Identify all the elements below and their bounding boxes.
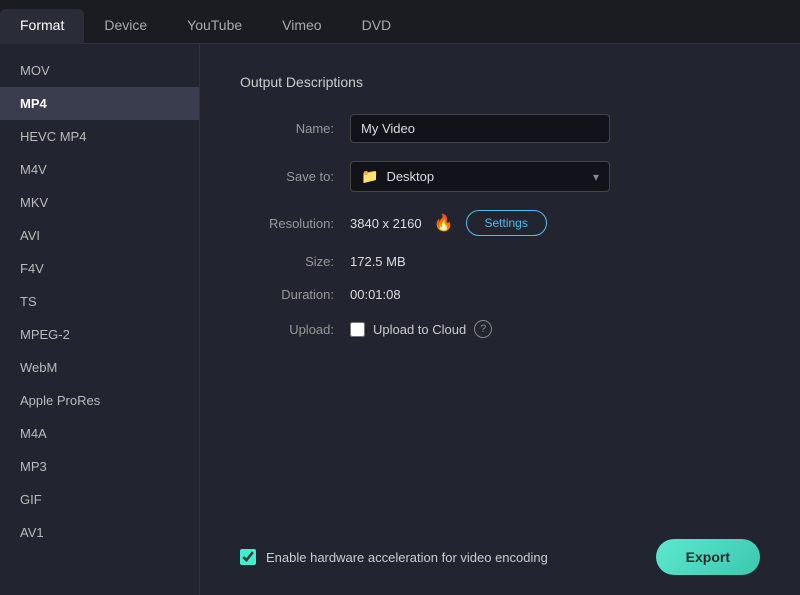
size-label: Size:	[240, 254, 350, 269]
tab-youtube[interactable]: YouTube	[167, 9, 262, 43]
sidebar-item-apple-prores[interactable]: Apple ProRes	[0, 384, 199, 417]
upload-value-container: Upload to Cloud ?	[350, 320, 760, 338]
resolution-value-container: 3840 x 2160 🔥 Settings	[350, 210, 760, 236]
resolution-label: Resolution:	[240, 216, 350, 231]
help-icon[interactable]: ?	[474, 320, 492, 338]
name-input[interactable]	[350, 114, 610, 143]
sidebar-item-mp4[interactable]: MP4	[0, 87, 199, 120]
top-nav: Format Device YouTube Vimeo DVD	[0, 0, 800, 44]
size-value: 172.5 MB	[350, 254, 760, 269]
upload-row: Upload: Upload to Cloud ?	[240, 320, 760, 338]
sidebar-item-hevc-mp4[interactable]: HEVC MP4	[0, 120, 199, 153]
sidebar-item-m4a[interactable]: M4A	[0, 417, 199, 450]
upload-to-cloud-label: Upload to Cloud	[373, 322, 466, 337]
sidebar-item-mp3[interactable]: MP3	[0, 450, 199, 483]
save-to-row: Save to: 📁 Desktop ▾	[240, 161, 760, 192]
name-value-container	[350, 114, 760, 143]
settings-button[interactable]: Settings	[466, 210, 547, 236]
format-sidebar: MOV MP4 HEVC MP4 M4V MKV AVI F4V TS MPEG…	[0, 44, 200, 595]
sidebar-item-webm[interactable]: WebM	[0, 351, 199, 384]
upload-label: Upload:	[240, 322, 350, 337]
sidebar-item-f4v[interactable]: F4V	[0, 252, 199, 285]
sidebar-item-gif[interactable]: GIF	[0, 483, 199, 516]
tab-vimeo[interactable]: Vimeo	[262, 9, 341, 43]
main-layout: MOV MP4 HEVC MP4 M4V MKV AVI F4V TS MPEG…	[0, 44, 800, 595]
save-to-label: Save to:	[240, 169, 350, 184]
upload-to-cloud-checkbox[interactable]	[350, 322, 365, 337]
save-to-value-container: 📁 Desktop ▾	[350, 161, 760, 192]
hw-accel-label: Enable hardware acceleration for video e…	[266, 550, 548, 565]
section-title: Output Descriptions	[240, 74, 760, 90]
name-row: Name:	[240, 114, 760, 143]
duration-row: Duration: 00:01:08	[240, 287, 760, 302]
sidebar-item-av1[interactable]: AV1	[0, 516, 199, 549]
sidebar-item-mov[interactable]: MOV	[0, 54, 199, 87]
resolution-row: Resolution: 3840 x 2160 🔥 Settings	[240, 210, 760, 236]
tab-device[interactable]: Device	[84, 9, 167, 43]
duration-label: Duration:	[240, 287, 350, 302]
sidebar-item-avi[interactable]: AVI	[0, 219, 199, 252]
resolution-value: 3840 x 2160	[350, 216, 422, 231]
form-rows: Name: Save to: 📁 Desktop ▾	[240, 114, 760, 338]
chevron-down-icon: ▾	[593, 170, 599, 184]
content-area: Output Descriptions Name: Save to: 📁 Des…	[200, 44, 800, 595]
save-to-value: Desktop	[386, 169, 434, 184]
tab-dvd[interactable]: DVD	[342, 9, 412, 43]
sidebar-item-mkv[interactable]: MKV	[0, 186, 199, 219]
folder-icon: 📁	[361, 168, 378, 185]
bottom-bar: Enable hardware acceleration for video e…	[240, 519, 760, 575]
sidebar-item-mpeg2[interactable]: MPEG-2	[0, 318, 199, 351]
sidebar-item-m4v[interactable]: M4V	[0, 153, 199, 186]
fire-icon: 🔥	[434, 213, 454, 233]
sidebar-item-ts[interactable]: TS	[0, 285, 199, 318]
size-row: Size: 172.5 MB	[240, 254, 760, 269]
hw-accel-checkbox[interactable]	[240, 549, 256, 565]
hw-accel-row: Enable hardware acceleration for video e…	[240, 549, 548, 565]
name-label: Name:	[240, 121, 350, 136]
export-button[interactable]: Export	[656, 539, 760, 575]
tab-format[interactable]: Format	[0, 9, 84, 43]
duration-value: 00:01:08	[350, 287, 760, 302]
save-to-dropdown[interactable]: 📁 Desktop ▾	[350, 161, 610, 192]
